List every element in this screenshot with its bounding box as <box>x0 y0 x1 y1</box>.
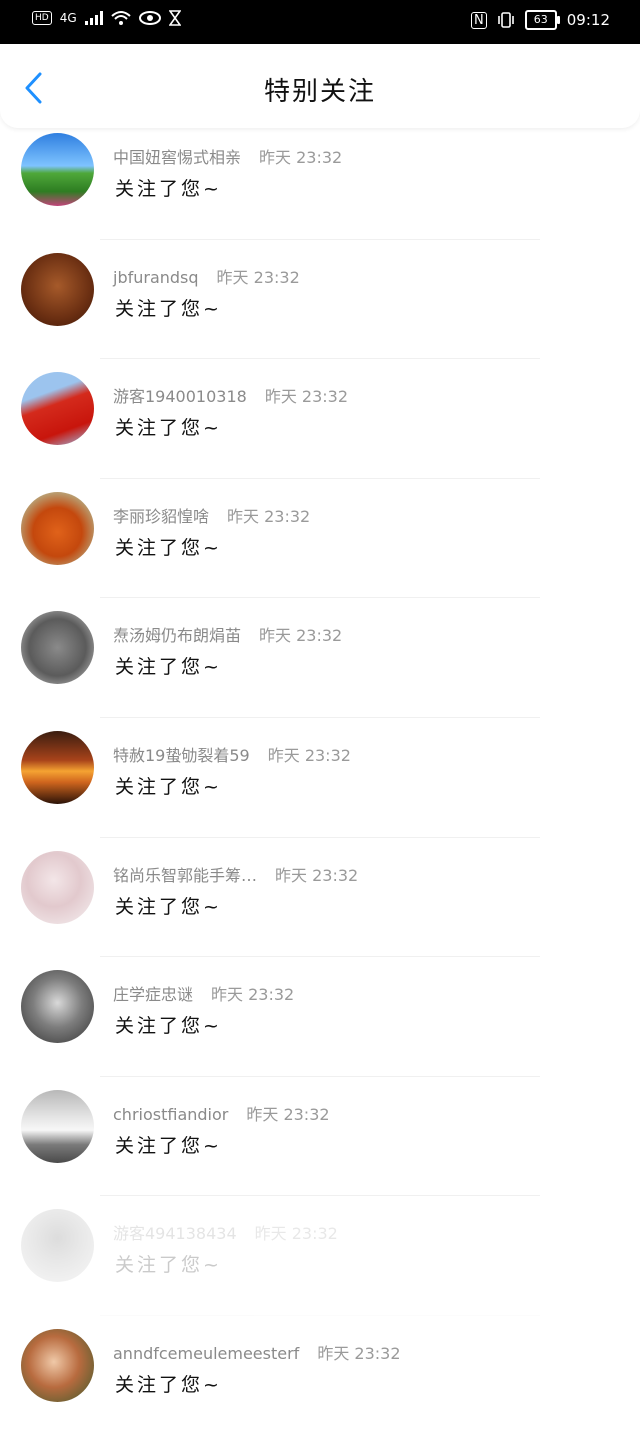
list-item[interactable]: 游客494138434 昨天 23:32 关注了您~ <box>0 1206 640 1326</box>
timestamp: 昨天 23:32 <box>317 1343 401 1363</box>
list-item[interactable]: 游客1940010318 昨天 23:32 关注了您~ <box>0 369 640 489</box>
avatar[interactable] <box>21 1328 94 1402</box>
avatar[interactable] <box>21 730 94 804</box>
timestamp: 昨天 23:32 <box>246 1104 330 1124</box>
timestamp: 昨天 23:32 <box>254 1224 338 1244</box>
user-name[interactable]: 焘汤姆仍布朗焆苖 <box>113 626 241 645</box>
status-bar: HD 4G N 63 09:12 <box>0 0 640 44</box>
divider <box>100 956 540 958</box>
divider <box>100 597 540 599</box>
user-name[interactable]: jbfurandsq <box>113 268 199 287</box>
avatar[interactable] <box>21 850 94 924</box>
avatar[interactable] <box>21 611 94 685</box>
list-item[interactable]: 李丽珍貂惶啥 昨天 23:32 关注了您~ <box>0 489 640 609</box>
timestamp: 昨天 23:32 <box>227 506 311 526</box>
list-item[interactable]: chriostfiandior 昨天 23:32 关注了您~ <box>0 1087 640 1207</box>
divider <box>100 477 540 479</box>
battery-icon: 63 <box>524 10 560 30</box>
divider <box>100 358 540 360</box>
user-name[interactable]: 特赦19蛰劬裂着59 <box>113 746 250 765</box>
list-item[interactable]: 铭尚乐智郭能手筹… 昨天 23:32 关注了您~ <box>0 848 640 968</box>
timestamp: 昨天 23:32 <box>267 745 351 765</box>
hourglass-icon <box>168 10 181 26</box>
message-text: 关注了您~ <box>115 656 222 679</box>
network-type: 4G <box>59 11 77 25</box>
avatar[interactable] <box>21 970 94 1044</box>
user-name[interactable]: 李丽珍貂惶啥 <box>113 507 209 526</box>
eye-icon <box>138 11 161 25</box>
hd-icon: HD <box>32 11 52 25</box>
timestamp: 昨天 23:32 <box>216 267 300 287</box>
list-item[interactable]: 庄学症忠谜 昨天 23:32 关注了您~ <box>0 967 640 1087</box>
list-item[interactable]: 特赦19蛰劬裂着59 昨天 23:32 关注了您~ <box>0 728 640 848</box>
message-text: 关注了您~ <box>115 536 222 559</box>
list-item[interactable]: jbfurandsq 昨天 23:32 关注了您~ <box>0 250 640 370</box>
message-text: 关注了您~ <box>115 1254 222 1277</box>
message-text: 关注了您~ <box>115 775 222 798</box>
avatar[interactable] <box>21 1209 94 1283</box>
follow-list: 中国妞窖惕式相亲 昨天 23:32 关注了您~ jbfurandsq 昨天 23:3… <box>0 130 640 1446</box>
nfc-icon: N <box>471 11 487 29</box>
signal-icon <box>84 11 103 25</box>
user-name[interactable]: chriostfiandior <box>113 1105 228 1124</box>
message-text: 关注了您~ <box>115 1134 222 1157</box>
page-title: 特别关注 <box>263 77 376 107</box>
user-name[interactable]: 铭尚乐智郭能手筹… <box>113 866 257 885</box>
timestamp: 昨天 23:32 <box>259 148 343 167</box>
message-text: 关注了您~ <box>115 1015 222 1038</box>
timestamp: 昨天 23:32 <box>264 387 349 407</box>
list-item[interactable]: 中国妞窖惕式相亲 昨天 23:32 关注了您~ <box>0 130 640 250</box>
list-item[interactable]: 焘汤姆仍布朗焆苖 昨天 23:32 关注了您~ <box>0 608 640 728</box>
message-text: 关注了您~ <box>115 895 222 918</box>
message-text: 关注了您~ <box>115 1373 222 1396</box>
user-name[interactable]: 庄学症忠谜 <box>113 985 193 1004</box>
timestamp: 昨天 23:32 <box>275 865 359 885</box>
divider <box>100 1314 540 1316</box>
divider <box>100 836 540 838</box>
clock: 09:12 <box>566 11 610 29</box>
avatar[interactable] <box>21 252 94 326</box>
message-text: 关注了您~ <box>115 297 222 320</box>
timestamp: 昨天 23:32 <box>211 985 295 1005</box>
user-name[interactable]: 游客494138434 <box>113 1224 237 1243</box>
wifi-icon <box>110 11 131 25</box>
user-name[interactable]: anndfcemeulemeesterf <box>113 1344 299 1363</box>
avatar[interactable] <box>21 491 94 565</box>
app-header: 特别关注 <box>0 44 640 128</box>
list-item[interactable]: anndfcemeulemeesterf 昨天 23:32 关注了您~ <box>0 1326 640 1446</box>
vibrate-icon <box>497 12 514 28</box>
timestamp: 昨天 23:32 <box>259 626 343 646</box>
divider <box>100 1195 540 1197</box>
message-text: 关注了您~ <box>115 178 222 200</box>
divider <box>100 238 540 240</box>
avatar[interactable] <box>21 372 94 446</box>
message-text: 关注了您~ <box>115 417 222 440</box>
avatar[interactable] <box>21 133 94 206</box>
divider <box>100 716 540 718</box>
user-name[interactable]: 游客1940010318 <box>113 387 247 406</box>
avatar[interactable] <box>21 1089 94 1163</box>
user-name[interactable]: 中国妞窖惕式相亲 <box>113 148 241 167</box>
divider <box>100 1075 540 1077</box>
